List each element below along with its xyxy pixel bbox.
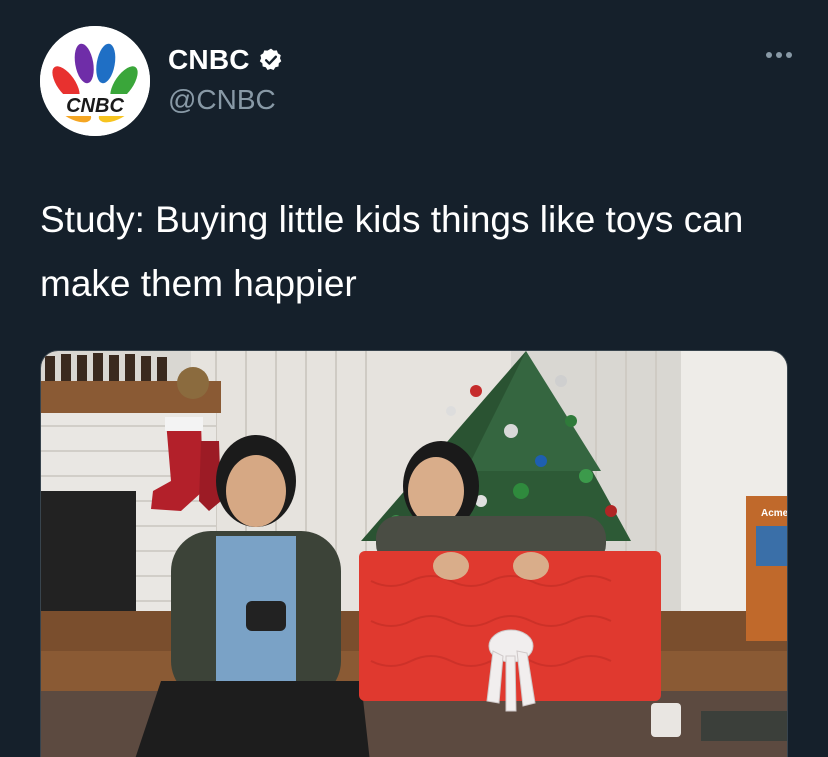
avatar-logo-text: CNBC <box>66 95 124 117</box>
tweet-text: Study: Buying little kids things like to… <box>40 199 744 304</box>
box-label: Acme <box>761 508 788 519</box>
photo-kids-christmas-gift: Acme <box>41 351 788 757</box>
more-options-icon[interactable] <box>766 52 792 58</box>
tweet-photo[interactable]: Acme <box>40 350 788 757</box>
display-name[interactable]: CNBC <box>168 44 250 76</box>
tweet-card: CNBC CNBC @CNBC Study: Buying little kid… <box>0 0 828 757</box>
verified-badge-icon <box>258 47 284 73</box>
avatar[interactable]: CNBC <box>40 26 150 136</box>
account-handle[interactable]: @CNBC <box>168 84 276 116</box>
author-name-row[interactable]: CNBC <box>168 44 284 76</box>
cnbc-peacock-logo: CNBC <box>40 26 150 136</box>
